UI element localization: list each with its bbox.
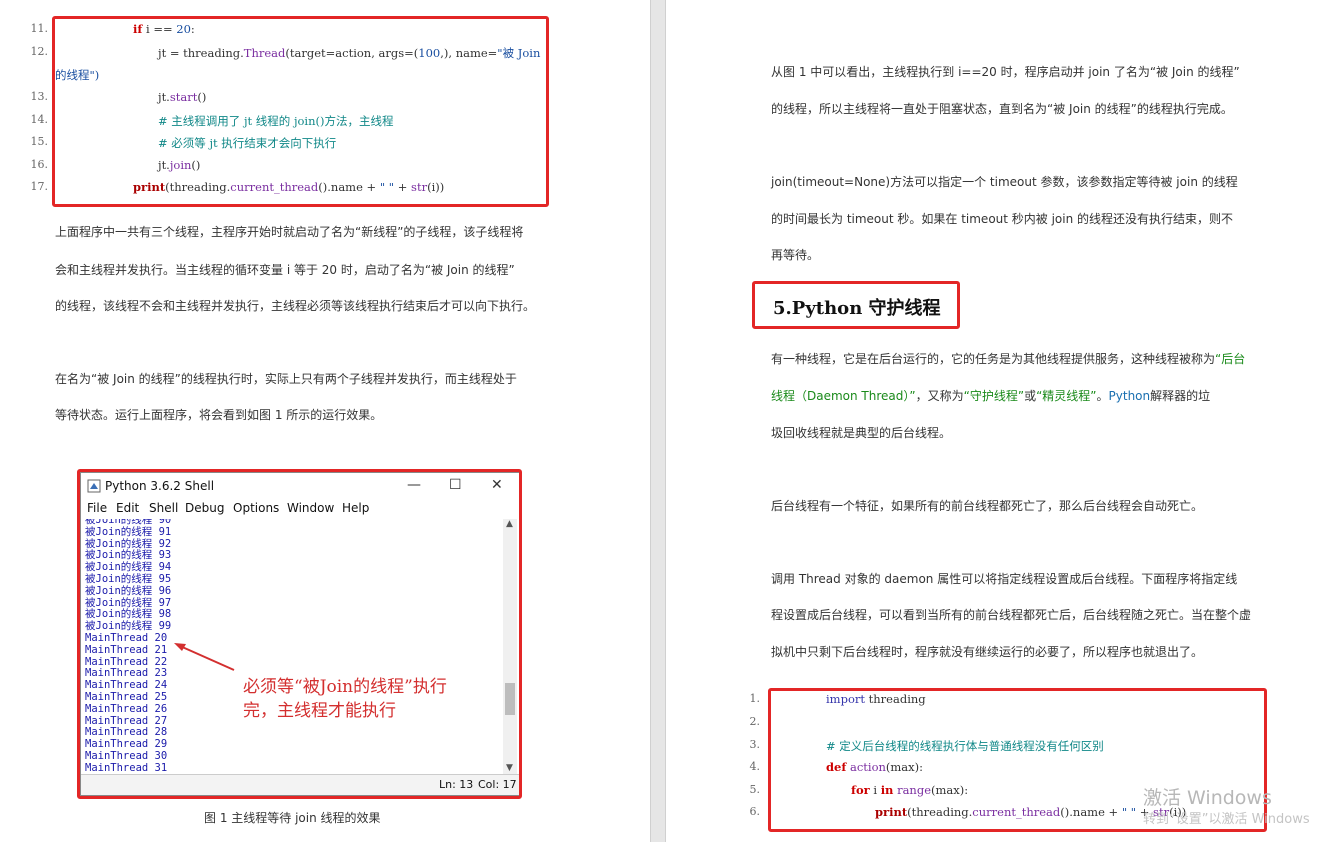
right-para-3-line-1: 有一种线程，它是在后台运行的，它的任务是为其他线程提供服务，这种线程被称为“后台 (771, 350, 1245, 367)
left-para-1-line-3: 的线程，该线程不会和主线程并发执行，主线程必须等该线程执行结束后才可以向下执行。 (55, 299, 536, 313)
right-para-5-line-3: 拟机中只剩下后台线程时，程序就没有继续运行的必要了，所以程序也就退出了。 (771, 645, 1204, 659)
activation-watermark-subtitle: 转到“设置”以激活 Windows (1143, 812, 1310, 827)
line-number: 6. (749, 805, 761, 818)
left-para-2-line-2: 等待状态。运行上面程序，将会看到如图 1 所示的运行效果。 (55, 408, 383, 422)
term-daemon-start: “后台 (1215, 352, 1246, 366)
right-page: 从图 1 中可以看出，主线程执行到 i==20 时，程序启动并 join 了名为… (666, 0, 1318, 842)
para-3-text-d: ，又称为 (915, 389, 964, 403)
figure-caption: 图 1 主线程等待 join 线程的效果 (204, 811, 381, 825)
right-para-4: 后台线程有一个特征，如果所有的前台线程都死亡了，那么后台线程会自动死亡。 (771, 499, 1204, 513)
right-para-2-line-1: join(timeout=None)方法可以指定一个 timeout 参数，该参… (771, 175, 1238, 189)
line-number: 16. (30, 158, 49, 171)
line-number: 11. (30, 22, 49, 35)
line-number: 4. (749, 760, 761, 773)
para-3-text-j: 解释器的垃 (1150, 389, 1211, 403)
line-number: 13. (30, 90, 49, 103)
right-para-1-line-2: 的线程，所以主线程将一直处于阻塞状态，直到名为“被 Join 的线程”的线程执行… (771, 102, 1233, 116)
right-para-1-line-1: 从图 1 中可以看出，主线程执行到 i==20 时，程序启动并 join 了名为… (771, 65, 1240, 79)
left-para-1-line-1: 上面程序中一共有三个线程，主程序开始时就启动了名为“新线程”的子线程，该子线程将 (55, 225, 524, 239)
right-para-2-line-3: 再等待。 (771, 248, 820, 262)
page-gutter (650, 0, 666, 842)
left-para-1-line-2: 会和主线程并发执行。当主线程的循环变量 i 等于 20 时，启动了名为“被 Jo… (55, 263, 515, 277)
line-number: 15. (30, 135, 49, 148)
term-elf-thread: “精灵线程” (1036, 389, 1097, 403)
activation-watermark-title: 激活 Windows (1143, 787, 1272, 809)
left-code-highlight (52, 16, 549, 207)
line-number: 17. (30, 180, 49, 193)
line-number: 14. (30, 113, 49, 126)
right-para-3-line-2: 线程（Daemon Thread）”，又称为“守护线程”或“精灵线程”。Pyth… (771, 387, 1210, 404)
line-number: 12. (30, 45, 49, 58)
para-3-text-f: 或 (1024, 389, 1037, 403)
right-para-3-line-3: 圾回收线程就是典型的后台线程。 (771, 426, 952, 440)
right-para-2-line-2: 的时间最长为 timeout 秒。如果在 timeout 秒内被 join 的线… (771, 212, 1234, 226)
term-daemon-thread: 线程（Daemon Thread）” (771, 389, 916, 403)
left-page: 11. if i == 20: 12. jt = threading.Thread(t… (0, 0, 650, 842)
line-number: 3. (749, 738, 761, 751)
para-3-text-a: 有一种线程，它是在后台运行的，它的任务是为其他线程提供服务，这种线程被称为 (771, 352, 1216, 366)
shell-highlight (77, 469, 522, 799)
heading-highlight (752, 281, 960, 329)
right-para-5-line-1: 调用 Thread 对象的 daemon 属性可以将指定线程设置成后台线程。下面… (771, 572, 1238, 586)
line-number: 2. (749, 715, 761, 728)
line-number: 5. (749, 783, 761, 796)
term-guardian-thread: “守护线程” (963, 389, 1025, 403)
para-3-text-h: 。 (1096, 389, 1109, 403)
right-para-5-line-2: 程设置成后台线程，可以看到当所有的前台线程都死亡后，后台线程随之死亡。当在整个虚 (771, 608, 1252, 622)
left-para-2-line-1: 在名为“被 Join 的线程”的线程执行时，实际上只有两个子线程并发执行，而主线… (55, 372, 517, 386)
python-link[interactable]: Python (1109, 389, 1151, 403)
line-number: 1. (749, 692, 761, 705)
